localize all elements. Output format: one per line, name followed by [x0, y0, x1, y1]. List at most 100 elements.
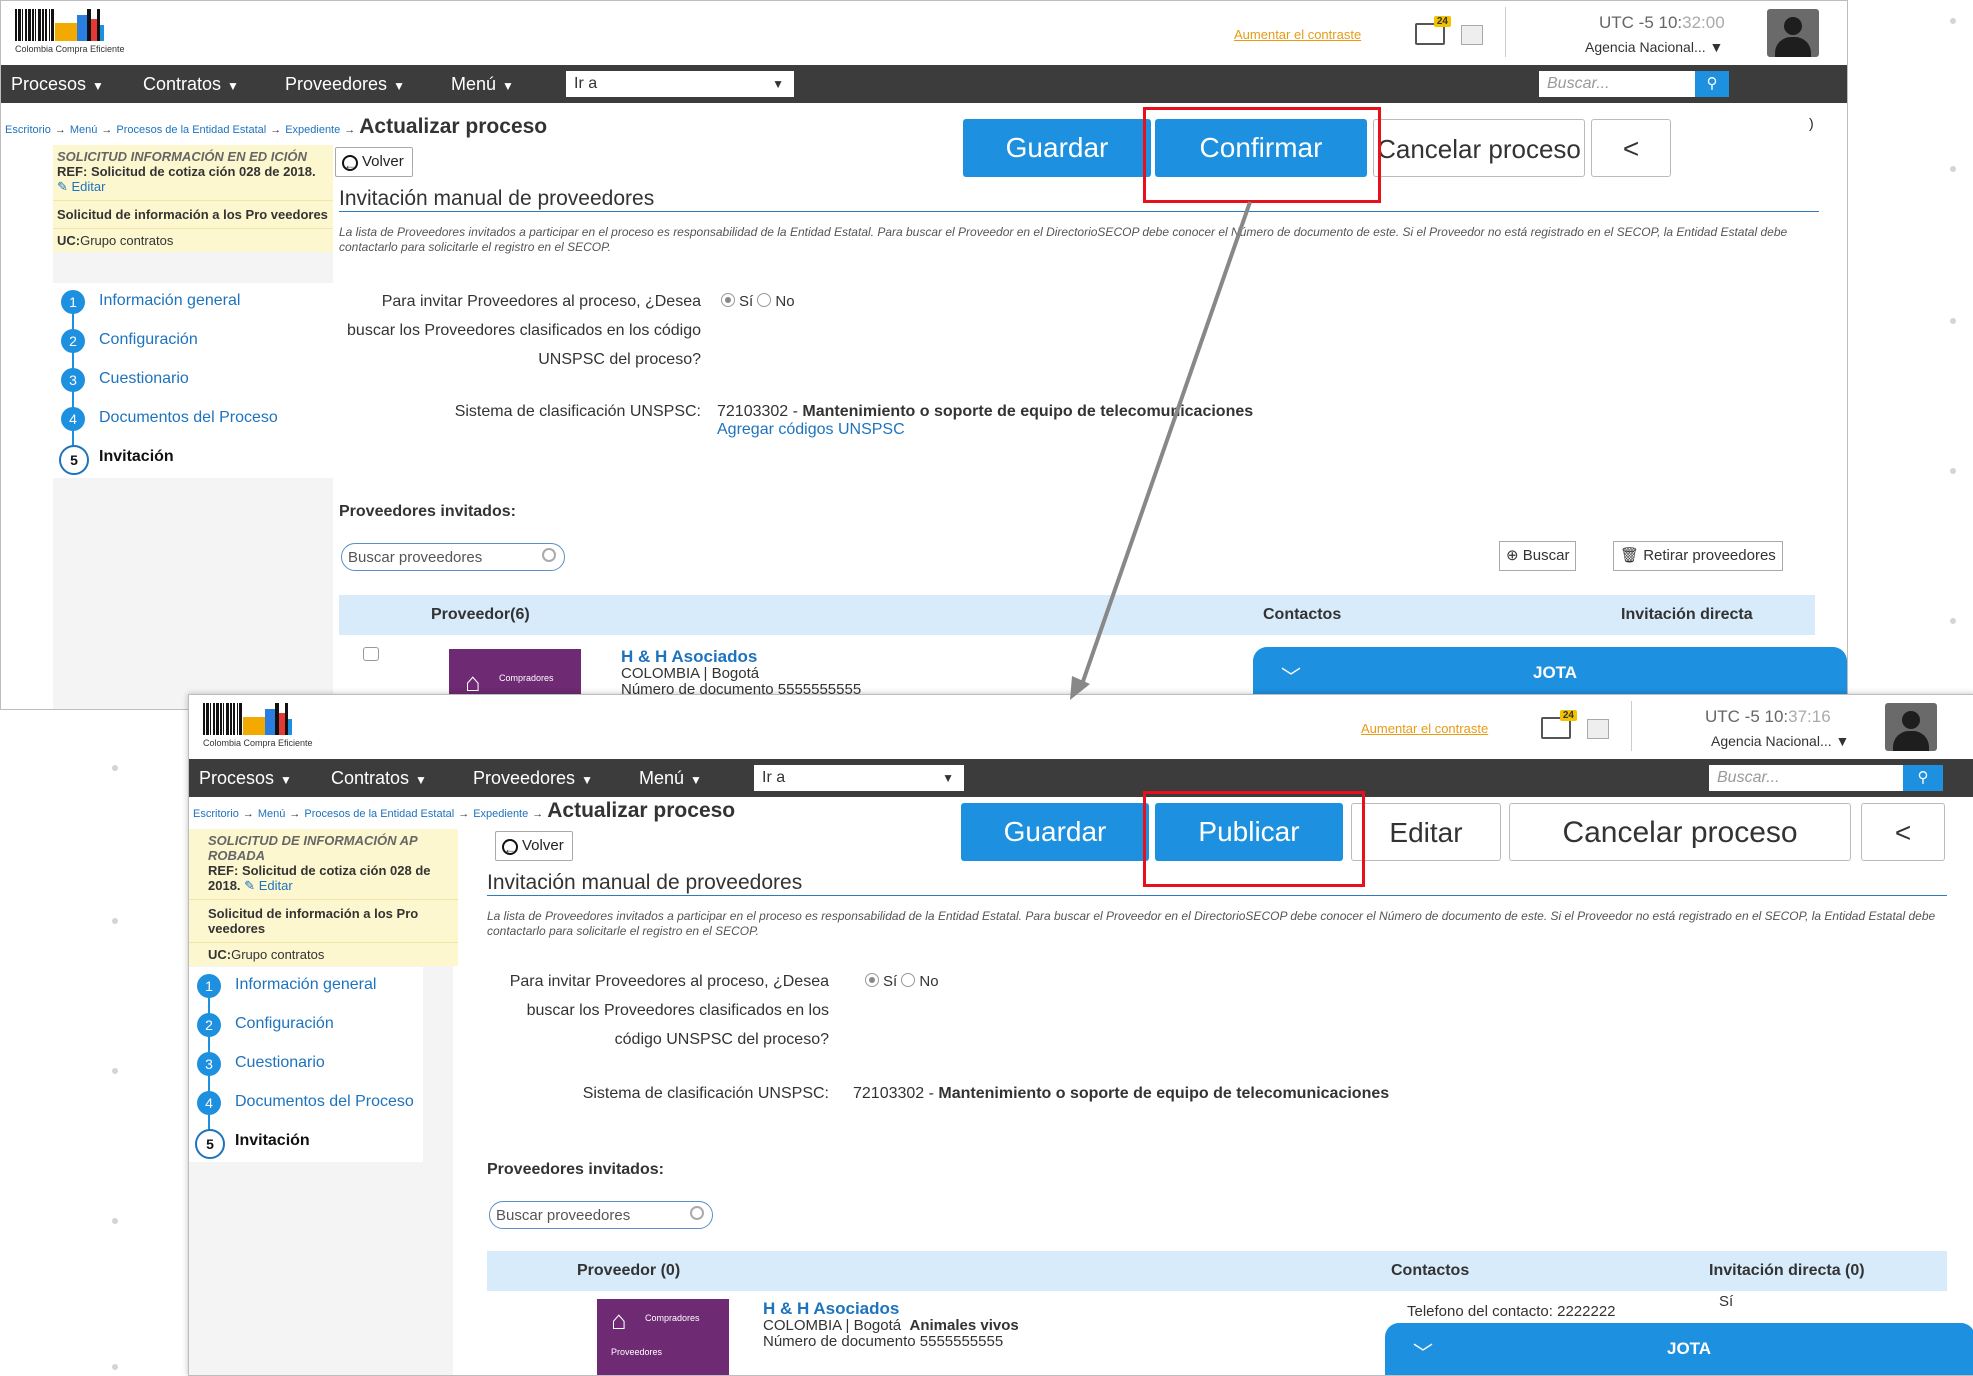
notes-icon[interactable] — [1587, 719, 1609, 739]
process-subtitle: Solicitud de información a los Pro veedo… — [53, 200, 333, 228]
search-input[interactable]: Buscar... — [1709, 765, 1905, 791]
caret-down-icon: ▼ — [280, 773, 292, 787]
process-sidebar: SOLICITUD INFORMACIÓN EN ED ICIÓN REF: S… — [53, 145, 333, 709]
invited-label: Proveedores invitados: — [487, 1161, 664, 1178]
volver-button[interactable]: ← Volver — [495, 831, 573, 861]
unspsc-question: Para invitar Proveedores al proceso, ¿De… — [347, 293, 701, 368]
main-navbar: Procesos ▼ Contratos ▼ Proveedores ▼ Menú ▼ … — [1, 65, 1847, 103]
search-input[interactable]: Buscar... — [1539, 71, 1701, 97]
mail-icon[interactable]: 24 — [1541, 710, 1577, 739]
nav-procesos[interactable]: Procesos ▼ — [199, 768, 292, 789]
cancelar-proceso-button[interactable]: Cancelar proceso — [1373, 119, 1585, 177]
guardar-button[interactable]: Guardar — [963, 119, 1151, 177]
nav-proveedores[interactable]: Proveedores ▼ — [473, 768, 593, 789]
unspsc-label: Sistema de clasificación UNSPSC: — [454, 403, 701, 420]
step-configuracion[interactable]: 2 Configuración — [189, 1006, 423, 1045]
user-avatar[interactable] — [1767, 9, 1819, 57]
process-summary: SOLICITUD INFORMACIÓN EN ED ICIÓN REF: S… — [53, 145, 333, 252]
nav-menu[interactable]: Menú ▼ — [451, 74, 514, 95]
goto-select[interactable]: Ir a ▼ — [754, 765, 964, 791]
contrast-link[interactable]: Aumentar el contraste — [1234, 27, 1361, 42]
radio-no[interactable] — [901, 973, 916, 987]
breadcrumb: Escritorio → Menú → Procesos de la Entidad E… — [193, 799, 736, 822]
back-arrow-icon: ← — [502, 839, 518, 856]
step-documentos[interactable]: 4 Documentos del Proceso — [189, 1084, 423, 1123]
crumb-escritorio[interactable]: Escritorio — [5, 124, 51, 136]
unit-label: UC:Grupo contratos — [53, 228, 333, 252]
col-provider[interactable]: Proveedor (0) — [577, 1262, 680, 1280]
direct-invitation-value: Sí — [1719, 1293, 1734, 1310]
back-button[interactable]: < — [1591, 119, 1671, 177]
step-invitacion[interactable]: 5 Invitación — [189, 1123, 423, 1162]
nav-procesos[interactable]: Procesos ▼ — [11, 74, 104, 95]
nav-contratos[interactable]: Contratos ▼ — [143, 74, 239, 95]
col-contacts: Contactos — [1391, 1262, 1470, 1279]
contrast-link[interactable]: Aumentar el contraste — [1361, 721, 1488, 736]
search-icon[interactable]: ⚲ — [1903, 765, 1943, 791]
crumb-procesos[interactable]: Procesos de la Entidad Estatal — [116, 124, 266, 136]
radio-yes[interactable] — [721, 293, 735, 307]
search-icon[interactable]: ⚲ — [1695, 71, 1729, 97]
step-informacion-general[interactable]: 1 Información general — [189, 967, 423, 1006]
crumb-expediente[interactable]: Expediente — [473, 808, 528, 820]
col-provider[interactable]: Proveedor(6) — [431, 606, 530, 624]
step-cuestionario[interactable]: 3 Cuestionario — [53, 361, 333, 400]
crumb-procesos[interactable]: Procesos de la Entidad Estatal — [304, 808, 454, 820]
step-cuestionario[interactable]: 3 Cuestionario — [189, 1045, 423, 1084]
caret-down-icon: ▼ — [92, 79, 104, 93]
notes-icon[interactable] — [1461, 25, 1483, 45]
mail-count-badge: 24 — [1433, 16, 1451, 27]
back-arrow-icon: ← — [342, 155, 358, 172]
bg-dot — [112, 765, 118, 771]
provider-name[interactable]: H & H Asociados — [621, 647, 757, 667]
step-invitacion[interactable]: 5 Invitación — [53, 439, 333, 478]
caret-down-icon: ▼ — [581, 773, 593, 787]
goto-select[interactable]: Ir a ▼ — [566, 71, 794, 97]
edit-icon[interactable]: ✎ Editar — [244, 878, 292, 893]
search-icon — [542, 548, 556, 562]
radio-no[interactable] — [757, 293, 772, 307]
jota-chat-widget[interactable]: ﹀ JOTA — [1253, 647, 1847, 699]
bg-dot — [1950, 318, 1956, 324]
nav-menu[interactable]: Menú ▼ — [639, 768, 702, 789]
step-configuracion[interactable]: 2 Configuración — [53, 322, 333, 361]
radio-yes[interactable] — [865, 973, 879, 987]
nav-proveedores[interactable]: Proveedores ▼ — [285, 74, 405, 95]
crumb-menu[interactable]: Menú — [258, 808, 286, 820]
mail-icon[interactable]: 24 — [1415, 16, 1451, 45]
search-providers-input[interactable]: Buscar proveedores — [489, 1201, 713, 1229]
edit-icon[interactable]: ✎ Editar — [57, 179, 105, 194]
search-providers-input[interactable]: Buscar proveedores — [341, 543, 565, 571]
volver-button[interactable]: ← Volver — [335, 147, 413, 177]
buscar-button[interactable]: ⊕ Buscar — [1499, 541, 1577, 571]
user-avatar[interactable] — [1885, 703, 1937, 751]
step-documentos[interactable]: 4 Documentos del Proceso — [53, 400, 333, 439]
jota-chat-widget[interactable]: ﹀ JOTA — [1385, 1323, 1973, 1375]
crumb-menu[interactable]: Menú — [70, 124, 98, 136]
agency-selector[interactable]: Agencia Nacional... ▼ — [1585, 39, 1723, 55]
agency-selector[interactable]: Agencia Nacional... ▼ — [1711, 733, 1849, 749]
chevron-down-icon: ▼ — [1709, 39, 1724, 55]
nav-contratos[interactable]: Contratos ▼ — [331, 768, 427, 789]
editar-button[interactable]: Editar — [1351, 803, 1501, 861]
chevron-down-icon: ▼ — [1835, 733, 1850, 749]
step-informacion-general[interactable]: 1 Información general — [53, 283, 333, 322]
bg-dot — [1950, 618, 1956, 624]
cancelar-proceso-button[interactable]: Cancelar proceso — [1509, 803, 1851, 861]
provider-name[interactable]: H & H Asociados — [763, 1299, 899, 1319]
provider-doc: Número de documento 5555555555 — [763, 1333, 1004, 1350]
unspsc-value: 72103302 - Mantenimiento o soporte de eq… — [717, 403, 1254, 420]
crumb-escritorio[interactable]: Escritorio — [193, 808, 239, 820]
chevron-down-icon: ﹀ — [1413, 1343, 1433, 1365]
back-button[interactable]: < — [1861, 803, 1945, 861]
crumb-expediente[interactable]: Expediente — [285, 124, 340, 136]
bg-dot — [1950, 18, 1956, 24]
process-status: SOLICITUD INFORMACIÓN EN ED ICIÓN — [57, 149, 307, 164]
row-checkbox[interactable] — [363, 647, 379, 661]
divider — [1631, 701, 1632, 751]
guardar-button[interactable]: Guardar — [961, 803, 1149, 861]
add-unspsc-link[interactable]: Agregar códigos UNSPSC — [717, 421, 905, 439]
plus-circle-icon: ⊕ — [1506, 547, 1519, 564]
retirar-proveedores-button[interactable]: 🗑 Retirar proveedores — [1613, 541, 1783, 571]
page-title: Actualizar proceso — [547, 799, 736, 822]
